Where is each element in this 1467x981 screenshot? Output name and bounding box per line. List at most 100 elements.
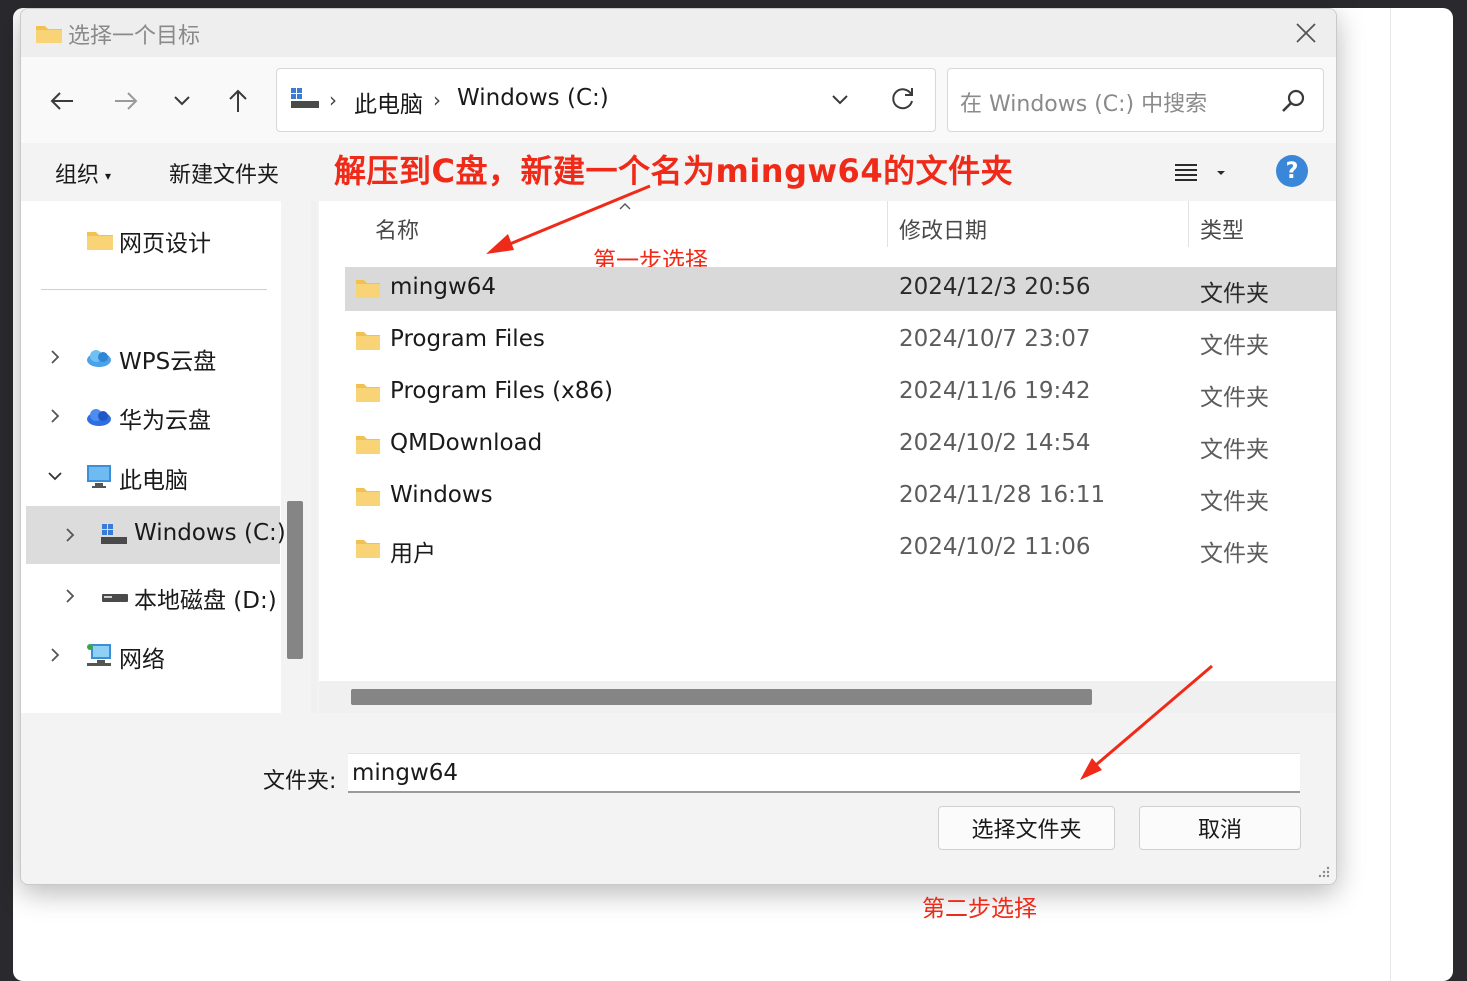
scrollbar-thumb[interactable] <box>351 689 1092 705</box>
select-folder-button[interactable]: 选择文件夹 <box>938 806 1115 850</box>
file-type: 文件夹 <box>1200 541 1269 567</box>
help-icon[interactable]: ? <box>1276 155 1308 187</box>
cloud-icon <box>87 409 111 426</box>
cancel-button[interactable]: 取消 <box>1139 806 1301 850</box>
file-list: 名称 修改日期 类型 第一步选择 mingw64 2024/12/3 20:56… <box>319 201 1336 681</box>
file-name: Program Files <box>390 326 545 352</box>
folder-field-label: 文件夹: <box>263 769 337 794</box>
chevron-right-icon[interactable] <box>60 586 80 606</box>
folder-icon <box>356 540 380 558</box>
table-row[interactable]: mingw64 2024/12/3 20:56 文件夹 <box>345 267 1336 311</box>
breadcrumb-this-pc[interactable]: 此电脑 <box>354 85 423 119</box>
close-icon <box>1296 23 1316 43</box>
column-divider[interactable] <box>887 201 888 247</box>
folder-name-input[interactable] <box>348 753 1300 793</box>
sidebar-item-label: WPS云盘 <box>119 349 217 375</box>
table-row[interactable]: Program Files (x86) 2024/11/6 19:42 文件夹 <box>345 371 1336 415</box>
sidebar-item-label: 网页设计 <box>119 231 211 257</box>
column-header-name[interactable]: 名称 <box>375 213 419 245</box>
caret-down-icon: ▾ <box>105 169 112 183</box>
resize-grip-icon[interactable] <box>1316 866 1330 880</box>
view-options-icon[interactable] <box>1173 159 1229 187</box>
up-button[interactable] <box>218 81 258 121</box>
sidebar-item-label: 华为云盘 <box>119 408 211 434</box>
refresh-icon <box>892 88 913 110</box>
table-row[interactable]: Program Files 2024/10/7 23:07 文件夹 <box>345 319 1336 363</box>
horizontal-scrollbar[interactable] <box>319 681 1336 713</box>
file-date: 2024/12/3 20:56 <box>899 274 1091 300</box>
chevron-down-icon[interactable] <box>45 466 65 486</box>
drive-icon <box>101 524 127 544</box>
file-name: QMDownload <box>390 430 543 456</box>
new-folder-button[interactable]: 新建文件夹 <box>169 157 279 189</box>
sidebar-item-wps-cloud[interactable]: WPS云盘 <box>21 329 281 385</box>
table-row[interactable]: 用户 2024/10/2 11:06 文件夹 <box>345 527 1336 571</box>
folder-icon <box>87 232 113 250</box>
back-button[interactable] <box>42 81 82 121</box>
organize-menu[interactable]: 组织 ▾ <box>55 157 111 189</box>
computer-icon <box>87 465 111 488</box>
sidebar-divider <box>41 289 267 290</box>
organize-label: 组织 <box>55 163 100 188</box>
file-name: Windows <box>390 482 493 508</box>
annotation-headline: 解压到C盘，新建一个名为mingw64的文件夹 <box>334 152 1014 190</box>
arrow-right-icon <box>115 92 138 110</box>
pane-splitter[interactable] <box>311 201 317 713</box>
dialog-title: 选择一个目标 <box>68 24 201 49</box>
column-header-date[interactable]: 修改日期 <box>899 213 987 245</box>
table-row[interactable]: QMDownload 2024/10/2 14:54 文件夹 <box>345 423 1336 467</box>
file-name: Program Files (x86) <box>390 378 613 404</box>
drive-icon <box>102 594 128 602</box>
file-date: 2024/11/6 19:42 <box>899 378 1091 404</box>
file-date: 2024/11/28 16:11 <box>899 482 1106 508</box>
annotation-step2: 第二步选择 <box>922 896 1037 922</box>
refresh-button[interactable] <box>887 83 919 115</box>
breadcrumb-windows-c[interactable]: Windows (C:) <box>457 85 609 111</box>
file-type: 文件夹 <box>1200 385 1269 411</box>
column-divider[interactable] <box>1188 201 1189 247</box>
column-header-type[interactable]: 类型 <box>1200 213 1244 245</box>
recent-locations-button[interactable] <box>162 81 202 121</box>
sort-caret-icon <box>619 203 631 210</box>
sidebar-item-windows-c[interactable]: Windows (C:) <box>26 506 286 564</box>
file-date: 2024/10/2 14:54 <box>899 430 1091 456</box>
address-bar[interactable]: › 此电脑 › Windows (C:) <box>276 68 936 132</box>
command-bar: 组织 ▾ 新建文件夹 解压到C盘，新建一个名为mingw64的文件夹 ? <box>21 143 1336 201</box>
sidebar-scrollbar[interactable] <box>287 501 303 659</box>
chevron-right-icon[interactable] <box>60 525 80 545</box>
file-type: 文件夹 <box>1200 333 1269 359</box>
chevron-right-icon[interactable] <box>45 347 65 367</box>
sidebar-item-label: 网络 <box>119 647 165 673</box>
sidebar-item-network[interactable]: 网络 <box>21 627 281 683</box>
sidebar-item-this-pc[interactable]: 此电脑 <box>21 448 281 504</box>
close-button[interactable] <box>1286 15 1326 51</box>
address-history-button[interactable] <box>825 85 855 115</box>
sidebar-item-web-design[interactable]: 网页设计 <box>21 211 281 267</box>
breadcrumb-separator: › <box>329 88 337 112</box>
file-type: 文件夹 <box>1200 437 1269 463</box>
folder-icon <box>36 26 62 43</box>
folder-icon <box>356 384 380 402</box>
chevron-right-icon[interactable] <box>45 645 65 665</box>
sidebar-item-local-disk-d[interactable]: 本地磁盘 (D:) <box>21 568 281 624</box>
forward-button[interactable] <box>106 81 146 121</box>
sidebar-item-label: 此电脑 <box>119 468 188 494</box>
folder-icon <box>356 488 380 506</box>
navigation-pane: 网页设计 WPS云盘 华为云盘 此电脑 Windows (C:) 本地磁盘 (D… <box>21 201 286 713</box>
chevron-down-icon <box>832 95 848 105</box>
folder-icon <box>356 280 380 298</box>
search-box[interactable]: 在 Windows (C:) 中搜索 <box>947 68 1324 132</box>
sidebar-item-huawei-cloud[interactable]: 华为云盘 <box>21 388 281 444</box>
table-row[interactable]: Windows 2024/11/28 16:11 文件夹 <box>345 475 1336 519</box>
folder-picker-dialog: 选择一个目标 › 此电脑 › Windows (C:) 在 Windows (C… <box>20 8 1337 885</box>
title-bar: 选择一个目标 <box>21 9 1336 57</box>
sidebar-item-label: Windows (C:) <box>134 520 286 546</box>
sidebar-item-label: 本地磁盘 (D:) <box>134 588 277 614</box>
file-date: 2024/10/2 11:06 <box>899 534 1091 560</box>
folder-icon <box>356 332 380 350</box>
chevron-right-icon[interactable] <box>45 406 65 426</box>
arrow-up-icon <box>229 89 247 112</box>
file-name: mingw64 <box>390 274 497 300</box>
network-icon <box>87 644 111 666</box>
file-type: 文件夹 <box>1200 489 1269 515</box>
